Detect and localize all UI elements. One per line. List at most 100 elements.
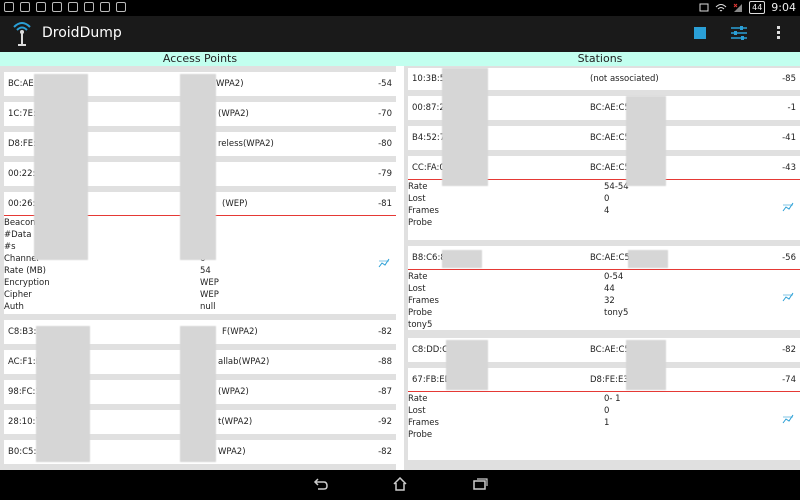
settings-sliders-icon[interactable] — [730, 24, 748, 42]
detail-row: Encryption WEP — [4, 278, 394, 290]
station-ap: BC:AE:C5 — [590, 103, 630, 113]
station-mac: B8:C6:8 — [412, 253, 446, 263]
access-points-panel: Access Points BC:AE: WPA2) -54 1C:7E: (W… — [0, 52, 400, 470]
ap-mac: BC:AE: — [8, 79, 37, 89]
chart-icon[interactable] — [378, 258, 390, 268]
station-mac: 10:3B:5 — [412, 74, 446, 84]
chart-icon[interactable] — [782, 414, 794, 424]
main-content: Access Points BC:AE: WPA2) -54 1C:7E: (W… — [0, 52, 800, 470]
detail-label: Probe — [408, 430, 433, 440]
redaction-block — [628, 250, 668, 268]
detail-label: Rate — [408, 394, 428, 404]
redaction-block — [180, 326, 216, 462]
redaction-block — [180, 74, 216, 260]
stations-list[interactable]: 10:3B:5 (not associated) -85 00:87:2 BC:… — [404, 66, 800, 470]
ap-ssid: WPA2) — [218, 447, 246, 457]
ap-ssid: WPA2) — [216, 79, 244, 89]
notification-icon — [100, 2, 110, 12]
detail-label: Rate — [408, 182, 428, 192]
station-ap: (not associated) — [590, 74, 659, 84]
detail-row: Auth null — [4, 302, 394, 314]
detail-label: Probe — [408, 218, 433, 228]
detail-row: Frames 1 — [408, 418, 798, 430]
ap-ssid: allab(WPA2) — [218, 357, 270, 367]
detail-value: 54-54 — [604, 182, 629, 192]
notification-icons — [4, 2, 126, 12]
notification-icon — [116, 2, 126, 12]
station-detail-panel: Rate 0- 1 Lost 0 Frames 1 Probe — [408, 392, 800, 460]
detail-label: Encryption — [4, 278, 50, 288]
stations-header: Stations — [400, 52, 800, 66]
navigation-bar — [0, 470, 800, 500]
antenna-icon — [13, 22, 31, 46]
station-ap: BC:AE:C5 — [590, 133, 630, 143]
detail-value: 32 — [604, 296, 615, 306]
home-icon[interactable] — [392, 477, 408, 491]
detail-label: Lost — [408, 284, 426, 294]
chart-icon[interactable] — [782, 202, 794, 212]
ap-ssid: F(WPA2) — [222, 327, 258, 337]
redaction-block — [446, 340, 488, 390]
ap-ssid: (WPA2) — [218, 109, 249, 119]
battery-indicator: 44 — [749, 1, 766, 14]
detail-value: tony5 — [604, 308, 629, 318]
redaction-block — [36, 326, 90, 462]
station-signal: -56 — [782, 253, 796, 263]
detail-label: Frames — [408, 296, 439, 306]
detail-row: Frames 32 — [408, 296, 798, 308]
ap-ssid: reless(WPA2) — [218, 139, 274, 149]
detail-row: Lost 0 — [408, 194, 798, 206]
station-signal: -85 — [782, 74, 796, 84]
detail-value: 44 — [604, 284, 615, 294]
status-bar: 44 9:04 — [0, 0, 800, 16]
no-signal-icon — [733, 3, 743, 12]
station-signal: -1 — [787, 103, 796, 113]
ap-mac: D8:FE: — [8, 139, 36, 149]
station-ap: BC:AE:C5 — [590, 163, 630, 173]
station-mac: 00:87:2 — [412, 103, 445, 113]
detail-value: 4 — [604, 206, 610, 216]
detail-row: Probe — [408, 218, 798, 230]
detail-value: 0 — [604, 194, 610, 204]
chart-icon[interactable] — [782, 292, 794, 302]
stations-panel: Stations 10:3B:5 (not associated) -85 00… — [400, 52, 800, 470]
detail-row: Probe — [408, 430, 798, 442]
detail-value: 0- 1 — [604, 394, 621, 404]
detail-label: Frames — [408, 418, 439, 428]
detail-value: 54 — [200, 266, 211, 276]
ap-signal: -88 — [378, 357, 392, 367]
ap-signal: -79 — [378, 169, 392, 179]
ap-ssid: t(WPA2) — [218, 417, 253, 427]
detail-row: Cipher WEP — [4, 290, 394, 302]
ap-mac: 00:22: — [8, 169, 36, 179]
station-mac: B4:52:7 — [412, 133, 446, 143]
ap-mac: 1C:7E: — [8, 109, 36, 119]
redaction-block — [442, 68, 488, 186]
detail-label: Rate — [408, 272, 428, 282]
back-icon[interactable] — [312, 477, 328, 491]
ap-signal: -54 — [378, 79, 392, 89]
station-signal: -41 — [782, 133, 796, 143]
app-title: DroidDump — [42, 25, 122, 41]
ap-signal: -82 — [378, 447, 392, 457]
ap-ssid: (WPA2) — [218, 387, 249, 397]
detail-value: 0-54 — [604, 272, 624, 282]
stop-button[interactable] — [694, 27, 706, 39]
detail-label: Frames — [408, 206, 439, 216]
station-ap: D8:FE:E3 — [590, 375, 629, 385]
detail-label: Rate (MB) — [4, 266, 46, 276]
recent-apps-icon[interactable] — [472, 477, 488, 491]
detail-row: tony5 — [408, 320, 798, 332]
overflow-menu-icon[interactable] — [774, 24, 782, 44]
detail-value: 0 — [604, 406, 610, 416]
detail-label: Probe — [408, 308, 433, 318]
detail-row: Probe tony5 — [408, 308, 798, 320]
screen-cast-icon — [699, 3, 709, 11]
station-ap: BC:AE:C5: — [590, 253, 633, 263]
access-points-list[interactable]: BC:AE: WPA2) -54 1C:7E: (WPA2) -70 D8:FE… — [0, 66, 396, 470]
detail-label: Lost — [408, 406, 426, 416]
notification-icon — [4, 2, 14, 12]
ap-signal: -92 — [378, 417, 392, 427]
access-points-header: Access Points — [0, 52, 400, 66]
ap-signal: -87 — [378, 387, 392, 397]
